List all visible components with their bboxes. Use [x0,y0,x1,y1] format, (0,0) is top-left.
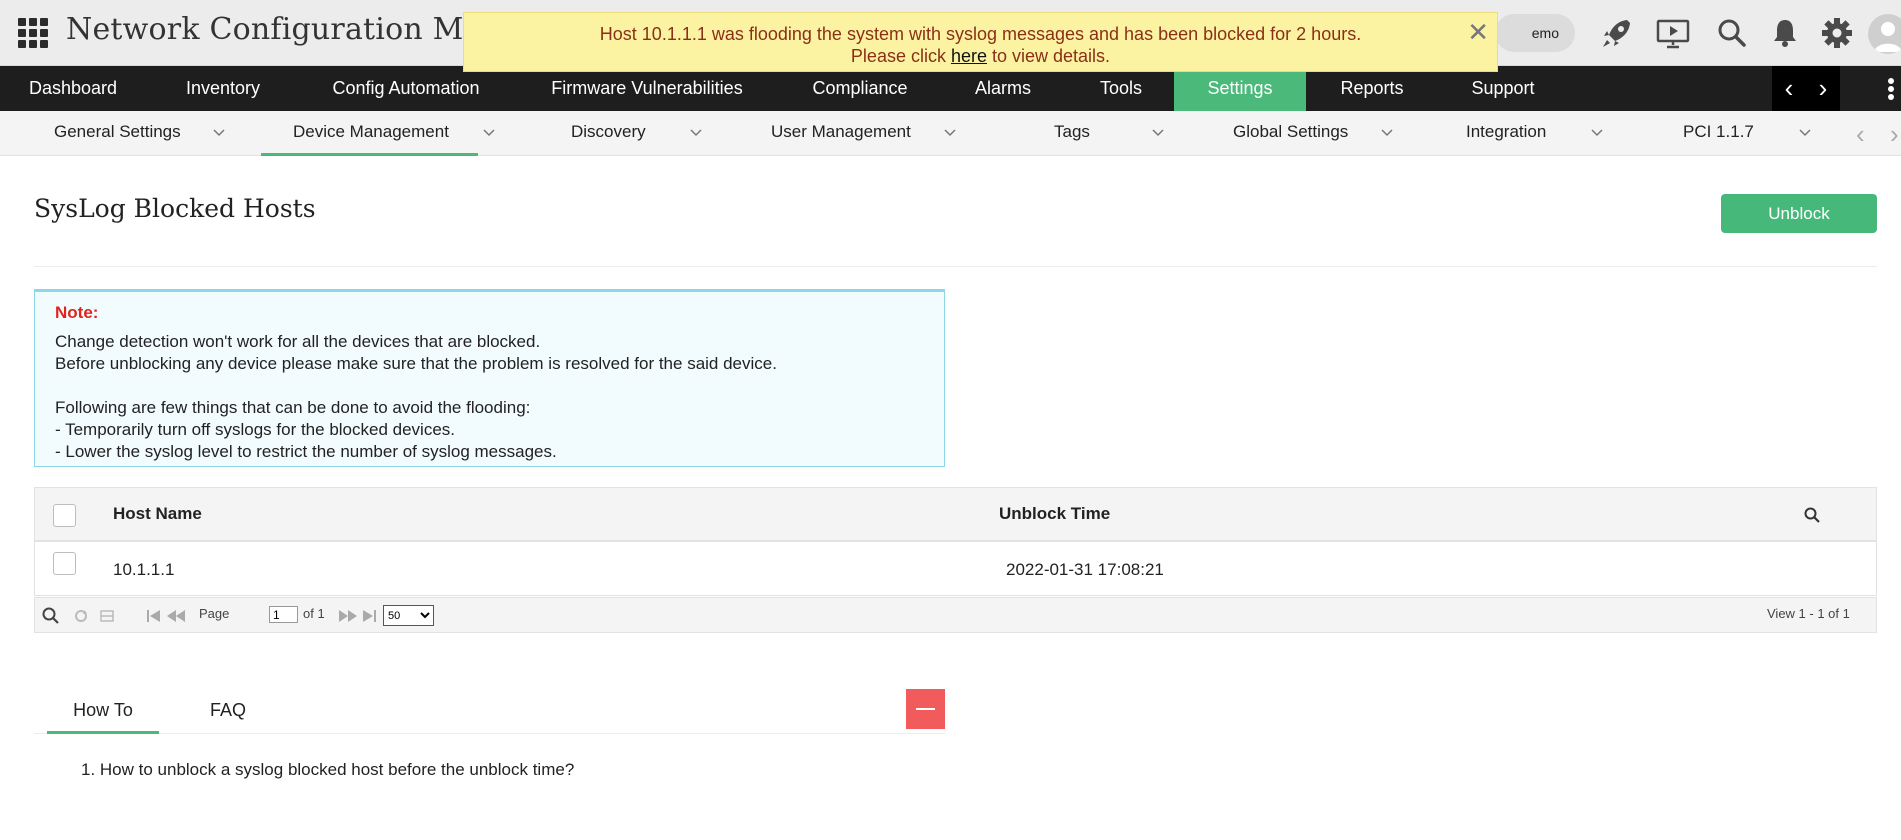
table-header: Host Name Unblock Time [34,487,1877,542]
subnav-global-settings[interactable]: Global Settings [1233,111,1348,156]
table-row[interactable]: 10.1.1.1 2022-01-31 17:08:21 [34,542,1877,596]
unblock-button[interactable]: Unblock [1721,194,1877,233]
first-page-icon[interactable] [145,608,163,624]
nav-dashboard[interactable]: Dashboard [0,66,146,111]
user-avatar-icon[interactable] [1868,14,1901,54]
note-line: - Lower the syslog level to restrict the… [55,442,557,461]
chevron-down-icon[interactable] [1798,125,1812,139]
nav-tools[interactable]: Tools [1068,66,1174,111]
note-box: Note: Change detection won't work for al… [34,289,945,467]
pager: Page of 1 50 View 1 - 1 of 1 [34,597,1877,633]
banner-details-line: Please click here to view details. [464,45,1497,67]
note-title: Note: [55,303,99,322]
chevron-right-icon[interactable]: › [1890,119,1899,150]
rocket-icon[interactable] [1598,14,1636,52]
chevron-left-icon[interactable]: ‹ [1772,66,1806,111]
chevron-down-icon[interactable] [1590,125,1604,139]
subnav-integration[interactable]: Integration [1466,111,1546,156]
chevron-down-icon[interactable] [943,125,957,139]
blocked-hosts-table: Host Name Unblock Time 10.1.1.1 2022-01-… [34,487,1877,596]
chevron-down-icon[interactable] [1151,125,1165,139]
help-tabs: How To FAQ [34,690,945,734]
sub-nav: General Settings Device Management Disco… [0,111,1901,156]
gear-icon[interactable] [1818,14,1856,52]
search-icon[interactable] [41,606,61,626]
tab-faq[interactable]: FAQ [176,690,280,734]
chevron-right-icon[interactable]: › [1806,66,1840,111]
subnav-discovery[interactable]: Discovery [571,111,646,156]
refresh-icon[interactable] [72,608,90,624]
app-grid-icon[interactable] [18,18,48,48]
subnav-device-management[interactable]: Device Management [261,111,478,156]
more-menu-icon[interactable] [1888,78,1896,100]
column-header-host-name[interactable]: Host Name [113,504,202,524]
main-nav: Dashboard Inventory Config Automation Fi… [0,66,1901,111]
subnav-user-management[interactable]: User Management [771,111,911,156]
page-label: Page [199,606,230,621]
page-count-label: of 1 [303,606,325,621]
subnav-tags[interactable]: Tags [1054,111,1090,156]
note-line: Following are few things that can be don… [55,398,531,417]
note-line: Before unblocking any device please make… [55,354,777,373]
presentation-icon[interactable] [1654,14,1692,52]
page-number-input[interactable] [269,606,298,623]
banner-prefix: Please click [850,46,951,66]
search-icon[interactable] [1803,506,1821,524]
close-icon[interactable]: ✕ [1467,19,1489,45]
nav-alarms[interactable]: Alarms [938,66,1068,111]
column-header-unblock-time[interactable]: Unblock Time [999,504,1110,524]
nav-scroll-arrows: ‹ › [1772,66,1840,111]
view-range-text: View 1 - 1 of 1 [1767,606,1850,621]
demo-badge[interactable]: emo [1495,14,1575,52]
flood-alert-banner: Host 10.1.1.1 was flooding the system wi… [463,12,1498,72]
chevron-down-icon[interactable] [482,125,496,139]
previous-page-icon[interactable] [165,608,187,624]
subnav-general-settings[interactable]: General Settings [54,111,181,156]
banner-suffix: to view details. [987,46,1111,66]
select-all-checkbox[interactable] [53,504,76,527]
banner-details-link[interactable]: here [951,46,987,66]
cell-host-name: 10.1.1.1 [113,560,175,579]
how-to-item[interactable]: 1. How to unblock a syslog blocked host … [81,760,574,780]
note-line: Change detection won't work for all the … [55,332,541,351]
how-to-list: 1. How to unblock a syslog blocked host … [81,760,574,780]
chevron-down-icon[interactable] [689,125,703,139]
next-page-icon[interactable] [337,608,359,624]
subnav-pci[interactable]: PCI 1.1.7 [1683,111,1754,156]
nav-reports[interactable]: Reports [1306,66,1438,111]
last-page-icon[interactable] [360,608,378,624]
banner-message: Host 10.1.1.1 was flooding the system wi… [599,24,1362,44]
cell-unblock-time: 2022-01-31 17:08:21 [1006,560,1164,579]
tab-how-to[interactable]: How To [47,690,159,734]
divider [34,266,1877,267]
search-icon[interactable] [1713,14,1751,52]
bell-icon[interactable] [1766,14,1804,52]
chevron-down-icon[interactable] [1380,125,1394,139]
nav-support[interactable]: Support [1438,66,1568,111]
page-size-select[interactable]: 50 [383,605,434,626]
chevron-down-icon[interactable] [212,125,226,139]
chevron-left-icon[interactable]: ‹ [1856,119,1865,150]
page-title: SysLog Blocked Hosts [34,194,316,223]
nav-firmware-vulnerabilities[interactable]: Firmware Vulnerabilities [512,66,782,111]
row-checkbox[interactable] [53,552,76,575]
nav-inventory[interactable]: Inventory [146,66,300,111]
nav-settings[interactable]: Settings [1174,66,1306,111]
columns-icon[interactable] [98,608,116,624]
collapse-button[interactable] [906,689,945,729]
nav-config-automation[interactable]: Config Automation [300,66,512,111]
note-line: - Temporarily turn off syslogs for the b… [55,420,455,439]
nav-compliance[interactable]: Compliance [782,66,938,111]
